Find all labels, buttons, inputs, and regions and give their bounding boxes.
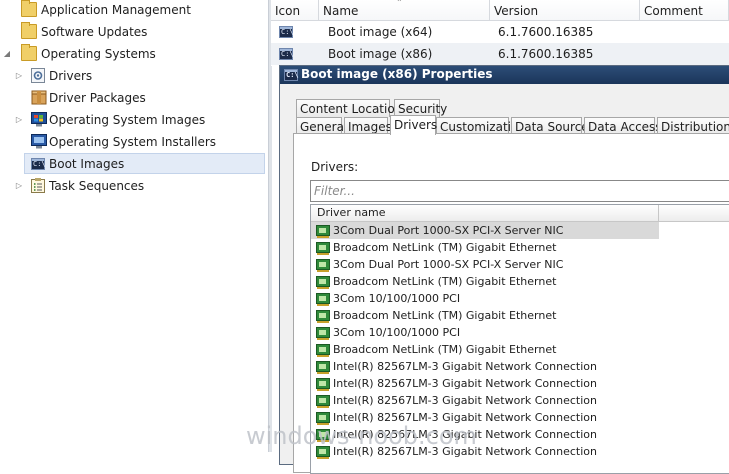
tab-content-locations[interactable]: Content Locations (296, 99, 409, 117)
driver-row[interactable]: Intel(R) 82567LM-3 Gigabit Network Conne… (311, 392, 659, 409)
driver-name: Broadcom NetLink (TM) Gigabit Ethernet (333, 309, 557, 322)
column-header-version[interactable]: Version (490, 0, 640, 21)
boot-image-list[interactable]: Icon Name Version Comment ⌃ C:\ Boot ima… (271, 0, 729, 66)
driver-name: 3Com 10/100/1000 PCI (333, 292, 461, 305)
tree-item-drivers[interactable]: ▷ Drivers (14, 66, 262, 86)
tree-item-driver-packages[interactable]: Driver Packages (14, 88, 262, 108)
driver-name: 3Com 10/100/1000 PCI (333, 326, 461, 339)
network-adapter-icon (316, 276, 330, 289)
list-row-selected[interactable]: C:\ Boot image (x86) 6.1.7600.16385 (271, 43, 729, 65)
driver-name: 3Com Dual Port 1000-SX PCI-X Server NIC (333, 258, 564, 271)
row-name: Boot image (x64) (328, 25, 433, 39)
boot-image-icon: C:\ (31, 158, 46, 170)
task-sequence-icon (31, 178, 47, 193)
tab-drivers[interactable]: Drivers (390, 115, 437, 135)
tree-item-label: Drivers (49, 69, 93, 83)
network-adapter-icon (316, 259, 330, 272)
folder-icon (21, 0, 37, 17)
boot-image-icon: C:\ (279, 26, 294, 38)
boot-image-icon: C:\ (279, 48, 294, 60)
driver-row[interactable]: Intel(R) 82567LM-3 Gigabit Network Conne… (311, 375, 659, 392)
column-header-icon[interactable]: Icon (271, 0, 319, 21)
driver-name: Intel(R) 82567LM-3 Gigabit Network Conne… (333, 360, 597, 373)
driver-row[interactable]: Broadcom NetLink (TM) Gigabit Ethernet (311, 239, 659, 256)
driver-name: 3Com Dual Port 1000-SX PCI-X Server NIC (333, 224, 564, 237)
os-installer-icon (31, 134, 47, 149)
tree-item-boot-images[interactable]: C:\ Boot Images (24, 153, 265, 174)
tree-item-label: Operating System Images (49, 113, 206, 127)
network-adapter-icon (316, 293, 330, 306)
navigation-tree[interactable]: Application Management Software Updates … (0, 0, 268, 452)
tree-item-label: Operating System Installers (49, 135, 217, 149)
column-header-name[interactable]: Name (319, 0, 490, 21)
driver-name: Broadcom NetLink (TM) Gigabit Ethernet (333, 343, 557, 356)
network-adapter-icon (316, 242, 330, 255)
driver-row[interactable]: 3Com Dual Port 1000-SX PCI-X Server NIC (311, 256, 659, 273)
network-adapter-icon (316, 378, 330, 391)
driver-icon (31, 68, 47, 83)
filter-input[interactable]: Filter... (310, 180, 729, 202)
os-image-icon (31, 112, 47, 127)
network-adapter-icon (316, 361, 330, 374)
driver-row[interactable]: Broadcom NetLink (TM) Gigabit Ethernet (311, 307, 659, 324)
network-adapter-icon (316, 225, 330, 238)
column-header-comment[interactable]: Comment (640, 0, 729, 21)
driver-name: Intel(R) 82567LM-3 Gigabit Network Conne… (333, 377, 597, 390)
tree-item-label: Task Sequences (49, 179, 145, 193)
tree-item-label: Boot Images (49, 157, 125, 171)
column-header-driver-name[interactable]: Driver name (311, 205, 659, 221)
sort-ascending-icon: ⌃ (396, 0, 403, 7)
folder-icon (21, 22, 37, 39)
folder-icon (21, 44, 37, 61)
pane-splitter[interactable] (268, 0, 272, 452)
driver-row[interactable]: 3Com 10/100/1000 PCI (311, 290, 659, 307)
tree-item-operating-system-installers[interactable]: Operating System Installers (14, 132, 262, 152)
dialog-title: Boot image (x86) Properties (301, 67, 493, 81)
row-version: 6.1.7600.16385 (498, 47, 594, 61)
driver-name: Broadcom NetLink (TM) Gigabit Ethernet (333, 241, 557, 254)
collapse-arrow-icon[interactable]: ◢ (2, 44, 12, 64)
driver-name: Broadcom NetLink (TM) Gigabit Ethernet (333, 275, 557, 288)
network-adapter-icon (316, 327, 330, 340)
network-adapter-icon (316, 395, 330, 408)
tree-item-task-sequences[interactable]: ▷ Task Sequences (14, 176, 262, 196)
expand-arrow-icon[interactable]: ▷ (14, 110, 24, 130)
expand-arrow-icon[interactable]: ▷ (14, 176, 24, 196)
tree-item-operating-system-images[interactable]: ▷ Operating System Images (14, 110, 262, 130)
row-version: 6.1.7600.16385 (498, 25, 594, 39)
dialog-title-bar[interactable]: C:\ Boot image (x86) Properties (280, 66, 729, 84)
tree-item-label: Software Updates (41, 25, 148, 39)
driver-row[interactable]: 3Com Dual Port 1000-SX PCI-X Server NIC (311, 222, 659, 239)
expand-arrow-icon[interactable]: ▷ (14, 66, 24, 86)
tree-item-application-management[interactable]: Application Management (2, 0, 262, 20)
tree-item-label: Operating Systems (41, 47, 156, 61)
driver-row[interactable]: Intel(R) 82567LM-3 Gigabit Network Conne… (311, 358, 659, 375)
properties-dialog[interactable]: C:\ Boot image (x86) Properties Content … (279, 65, 729, 474)
driver-row[interactable]: Broadcom NetLink (TM) Gigabit Ethernet (311, 273, 659, 290)
driver-row[interactable]: 3Com 10/100/1000 PCI (311, 324, 659, 341)
driver-package-icon (31, 90, 47, 105)
row-name: Boot image (x86) (328, 47, 433, 61)
network-adapter-icon (316, 344, 330, 357)
tree-item-software-updates[interactable]: Software Updates (2, 22, 262, 42)
list-row[interactable]: C:\ Boot image (x64) 6.1.7600.16385 (271, 21, 729, 43)
network-adapter-icon (316, 310, 330, 323)
grid-header[interactable]: Driver name (311, 205, 729, 222)
tree-item-operating-systems[interactable]: ◢ Operating Systems (2, 44, 262, 64)
driver-row[interactable]: Broadcom NetLink (TM) Gigabit Ethernet (311, 341, 659, 358)
tree-item-label: Driver Packages (49, 91, 146, 105)
watermark: windows-noob.com (246, 422, 477, 450)
boot-image-icon: C:\ (284, 69, 299, 81)
tree-item-label: Application Management (41, 3, 191, 17)
drivers-label: Drivers: (311, 160, 359, 174)
driver-name: Intel(R) 82567LM-3 Gigabit Network Conne… (333, 394, 597, 407)
